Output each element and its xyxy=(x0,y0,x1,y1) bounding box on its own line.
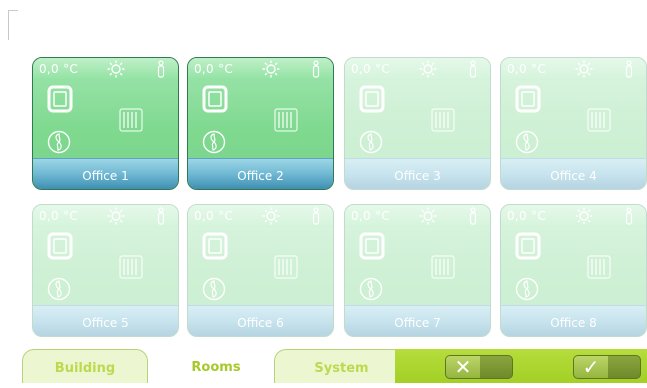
radiator-icon xyxy=(431,108,455,136)
room-tile[interactable]: 0,0 °C Office 8 xyxy=(500,204,647,337)
person-icon xyxy=(311,60,321,82)
window-icon xyxy=(47,232,73,264)
tab-building-label: Building xyxy=(54,361,116,376)
window-icon xyxy=(515,232,541,264)
sun-icon xyxy=(419,60,437,82)
room-tile[interactable]: 0,0 °C Office 2 xyxy=(187,57,334,190)
sun-icon xyxy=(575,60,593,82)
sun-icon xyxy=(107,60,125,82)
fan-icon xyxy=(202,277,226,305)
sun-icon xyxy=(107,207,125,229)
fan-icon xyxy=(515,130,539,158)
fan-icon xyxy=(359,277,383,305)
tab-rooms[interactable]: Rooms xyxy=(166,349,266,383)
fan-icon xyxy=(515,277,539,305)
room-temperature: 0,0 °C xyxy=(39,62,79,76)
window-icon xyxy=(47,85,73,117)
tab-building[interactable]: Building xyxy=(22,349,148,383)
person-icon xyxy=(624,60,634,82)
close-icon: ✕ xyxy=(454,355,472,379)
window-icon xyxy=(202,85,228,117)
radiator-icon xyxy=(274,255,298,283)
room-name: Office 1 xyxy=(82,169,129,183)
radiator-icon xyxy=(431,255,455,283)
room-temperature: 0,0 °C xyxy=(194,209,234,223)
room-name: Office 3 xyxy=(394,169,441,183)
room-name: Office 7 xyxy=(394,316,441,330)
fan-icon xyxy=(47,130,71,158)
radiator-icon xyxy=(119,108,143,136)
room-name: Office 4 xyxy=(550,169,597,183)
radiator-icon xyxy=(587,255,611,283)
room-name: Office 5 xyxy=(82,316,129,330)
sun-icon xyxy=(419,207,437,229)
person-icon xyxy=(311,207,321,229)
window-icon xyxy=(202,232,228,264)
bottom-bar: Building Rooms System ✕ ✓ xyxy=(0,349,647,383)
person-icon xyxy=(156,207,166,229)
corner-rule-horizontal xyxy=(8,10,18,11)
tab-system[interactable]: System xyxy=(274,349,409,383)
room-name: Office 6 xyxy=(237,316,284,330)
checkmark-icon: ✓ xyxy=(582,355,600,379)
room-name: Office 2 xyxy=(237,169,284,183)
radiator-icon xyxy=(274,108,298,136)
person-icon xyxy=(468,60,478,82)
person-icon xyxy=(624,207,634,229)
room-temperature: 0,0 °C xyxy=(39,209,79,223)
radiator-icon xyxy=(587,108,611,136)
room-tile[interactable]: 0,0 °C Office 6 xyxy=(187,204,334,337)
tab-rooms-label: Rooms xyxy=(191,360,241,375)
fan-icon xyxy=(202,130,226,158)
room-tile[interactable]: 0,0 °C Office 3 xyxy=(344,57,491,190)
room-tile[interactable]: 0,0 °C Office 7 xyxy=(344,204,491,337)
window-icon xyxy=(359,85,385,117)
room-tile[interactable]: 0,0 °C Office 1 xyxy=(32,57,179,190)
person-icon xyxy=(156,60,166,82)
cancel-button[interactable]: ✕ xyxy=(445,355,513,379)
room-temperature: 0,0 °C xyxy=(351,62,391,76)
radiator-icon xyxy=(119,255,143,283)
sun-icon xyxy=(262,207,280,229)
room-temperature: 0,0 °C xyxy=(507,62,547,76)
room-temperature: 0,0 °C xyxy=(351,209,391,223)
tab-system-label: System xyxy=(314,361,369,376)
fan-icon xyxy=(47,277,71,305)
window-icon xyxy=(359,232,385,264)
window-icon xyxy=(515,85,541,117)
sun-icon xyxy=(262,60,280,82)
room-temperature: 0,0 °C xyxy=(507,209,547,223)
sun-icon xyxy=(575,207,593,229)
fan-icon xyxy=(359,130,383,158)
action-zone: ✕ ✓ xyxy=(395,349,647,383)
room-temperature: 0,0 °C xyxy=(194,62,234,76)
room-name: Office 8 xyxy=(550,316,597,330)
room-tile[interactable]: 0,0 °C Office 4 xyxy=(500,57,647,190)
person-icon xyxy=(468,207,478,229)
corner-rule-vertical xyxy=(8,10,9,40)
confirm-button[interactable]: ✓ xyxy=(573,355,641,379)
room-tile[interactable]: 0,0 °C Office 5 xyxy=(32,204,179,337)
